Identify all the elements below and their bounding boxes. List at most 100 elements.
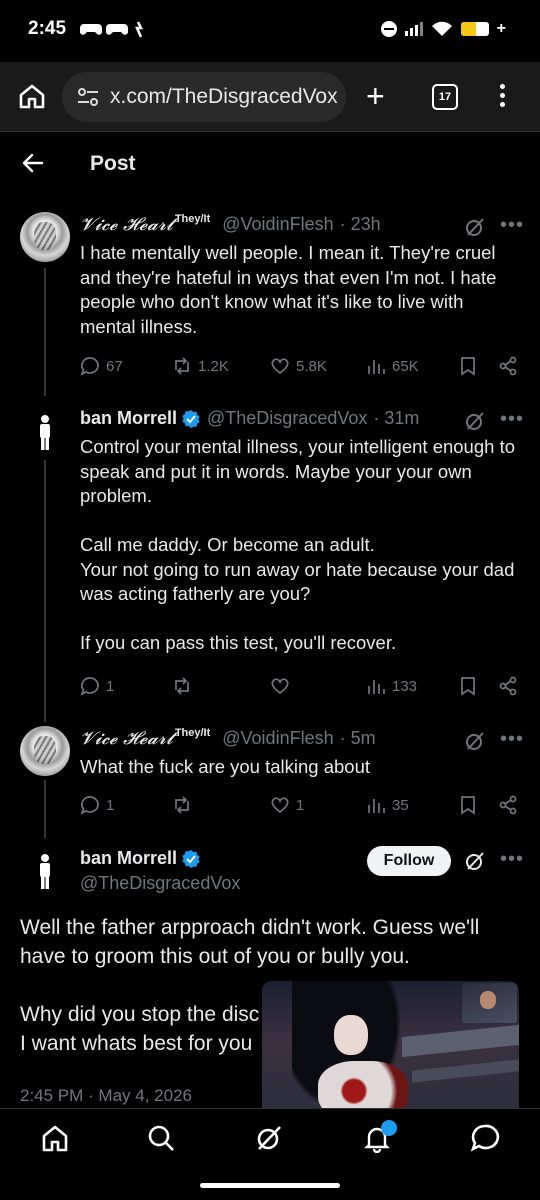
repost-button[interactable] xyxy=(172,676,192,696)
share-button[interactable] xyxy=(498,676,518,696)
share-icon xyxy=(499,795,517,815)
charging-plus-icon: + xyxy=(496,20,506,37)
like-button[interactable]: 1 xyxy=(270,795,304,815)
like-button[interactable] xyxy=(270,676,290,696)
verified-badge-icon[interactable] xyxy=(181,409,201,429)
reply-icon xyxy=(80,357,99,376)
status-time: 2:45 xyxy=(28,18,67,39)
reply-count: 1 xyxy=(106,677,115,695)
tweet-text: I hate mentally well people. I mean it. … xyxy=(80,241,520,339)
messages-nav-icon[interactable] xyxy=(470,1123,500,1153)
url-text[interactable]: x.com/TheDisgracedVox xyxy=(110,85,338,109)
grok-icon[interactable] xyxy=(464,730,486,752)
grok-icon[interactable] xyxy=(464,850,486,872)
views-count: 65K xyxy=(392,357,419,375)
avatar[interactable] xyxy=(20,212,70,262)
home-nav-icon[interactable] xyxy=(40,1123,70,1153)
reply-count: 67 xyxy=(106,357,123,375)
views-count: 133 xyxy=(392,677,418,695)
tweet-paragraph: I hate mentally well people. I mean it. … xyxy=(80,242,497,337)
follow-button[interactable]: Follow xyxy=(367,846,451,876)
post-timestamp[interactable]: 2:45 PM · May 4, 2026 xyxy=(20,1086,192,1106)
avatar[interactable] xyxy=(20,726,70,776)
video-frame-face xyxy=(334,1015,368,1055)
reply-count: 1 xyxy=(106,796,115,814)
pronouns: They/It xyxy=(174,726,211,739)
tweet-actions: 1 133 xyxy=(80,676,520,700)
tweet-header: 𝓥𝓲𝓬𝓮 𝓗𝓮𝓪𝓻𝓽 They/It @VoidinFlesh · 23h xyxy=(80,212,381,236)
tab-switcher-button[interactable]: 17 xyxy=(432,84,458,110)
tweet-actions: 1 1 35 xyxy=(80,795,520,819)
like-button[interactable]: 5.8K xyxy=(270,356,327,376)
site-settings-icon[interactable] xyxy=(76,87,100,107)
gamepad-icon xyxy=(80,21,144,38)
address-bar[interactable]: x.com/TheDisgracedVox xyxy=(62,72,346,122)
grok-icon[interactable] xyxy=(464,216,486,238)
tweet-text: What the fuck are you talking about xyxy=(80,755,520,780)
share-icon xyxy=(499,356,517,376)
tweet-time[interactable]: · 31m xyxy=(373,408,419,429)
avatar[interactable] xyxy=(20,406,70,456)
avatar[interactable] xyxy=(20,845,70,895)
verified-badge-icon[interactable] xyxy=(181,849,201,869)
reply-icon xyxy=(80,796,99,815)
thread-line xyxy=(44,780,46,838)
grok-nav-icon[interactable] xyxy=(254,1123,284,1153)
views-icon xyxy=(368,680,385,694)
tweet-time[interactable]: · 23h xyxy=(340,214,381,235)
bookmark-button[interactable] xyxy=(458,676,478,696)
more-options-icon[interactable]: ••• xyxy=(500,214,524,237)
picture-in-picture-video[interactable] xyxy=(262,981,519,1125)
share-button[interactable] xyxy=(498,795,518,815)
search-nav-icon[interactable] xyxy=(146,1123,176,1153)
battery-icon xyxy=(460,22,489,36)
tweet-time[interactable]: · 5m xyxy=(340,728,376,749)
status-bar: 2:45 + xyxy=(0,0,540,62)
tweet-paragraph: Control your mental illness, your intell… xyxy=(80,436,515,506)
repost-button[interactable]: 1.2K xyxy=(172,356,229,376)
repost-button[interactable] xyxy=(172,795,192,815)
page-title: Post xyxy=(90,152,136,175)
handle[interactable]: @VoidinFlesh xyxy=(222,728,333,749)
back-arrow-icon[interactable] xyxy=(20,150,46,176)
gesture-bar[interactable] xyxy=(200,1183,340,1188)
bookmark-button[interactable] xyxy=(458,795,478,815)
tweet-paragraph: Call me daddy. Or become an adult. Your … xyxy=(80,534,515,604)
more-options-icon[interactable]: ••• xyxy=(500,408,524,431)
reply-icon xyxy=(80,677,99,696)
repost-icon xyxy=(175,357,189,375)
tweet-text: Control your mental illness, your intell… xyxy=(80,435,520,656)
handle[interactable]: @VoidinFlesh xyxy=(222,214,333,235)
new-tab-icon[interactable]: + xyxy=(366,80,385,112)
views-icon xyxy=(368,360,385,374)
views-button[interactable]: 133 xyxy=(366,676,417,696)
heart-icon xyxy=(271,797,289,814)
more-options-icon[interactable]: ••• xyxy=(500,848,524,871)
display-name[interactable]: ban Morrell xyxy=(80,848,177,869)
system-icons: + xyxy=(380,20,506,38)
wifi-icon xyxy=(431,21,452,36)
pronouns: They/It xyxy=(174,212,211,225)
signal-icon xyxy=(404,22,423,36)
share-icon xyxy=(499,676,517,696)
reply-button[interactable]: 1 xyxy=(80,676,114,696)
reply-button[interactable]: 1 xyxy=(80,795,114,815)
heart-icon xyxy=(271,358,289,375)
handle[interactable]: @TheDisgracedVox xyxy=(80,873,240,894)
home-icon[interactable] xyxy=(18,82,46,110)
browser-menu-icon[interactable] xyxy=(500,84,505,107)
person-figure-icon xyxy=(40,854,50,889)
more-options-icon[interactable]: ••• xyxy=(500,728,524,751)
dnd-icon xyxy=(380,21,397,37)
bookmark-icon xyxy=(461,357,475,376)
reply-button[interactable]: 67 xyxy=(80,356,123,376)
handle[interactable]: @TheDisgracedVox xyxy=(207,408,367,429)
views-button[interactable]: 35 xyxy=(366,795,409,815)
display-name[interactable]: 𝓥𝓲𝓬𝓮 𝓗𝓮𝓪𝓻𝓽 xyxy=(80,214,173,235)
views-button[interactable]: 65K xyxy=(366,356,419,376)
grok-icon[interactable] xyxy=(464,410,486,432)
display-name[interactable]: ban Morrell xyxy=(80,408,177,429)
bookmark-button[interactable] xyxy=(458,356,478,376)
display-name[interactable]: 𝓥𝓲𝓬𝓮 𝓗𝓮𝓪𝓻𝓽 xyxy=(80,728,173,749)
share-button[interactable] xyxy=(498,356,518,376)
